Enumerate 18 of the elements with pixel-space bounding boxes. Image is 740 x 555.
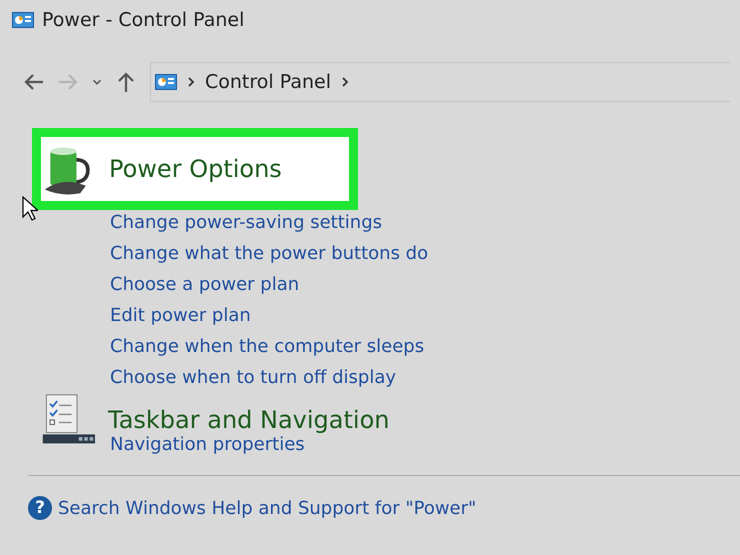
task-link[interactable]: Navigation properties xyxy=(110,434,305,455)
help-link[interactable]: Search Windows Help and Support for "Power" xyxy=(58,498,476,518)
window-title: Power - Control Panel xyxy=(42,9,244,31)
control-panel-icon xyxy=(155,74,177,90)
section-heading[interactable]: Taskbar and Navigation xyxy=(108,406,390,434)
chevron-icon xyxy=(340,76,349,88)
task-link[interactable]: Change when the computer sleeps xyxy=(110,336,424,357)
task-link[interactable]: Change what the power buttons do xyxy=(110,243,428,264)
address-bar[interactable]: Control Panel xyxy=(150,62,730,102)
breadcrumb-item[interactable]: Control Panel xyxy=(205,71,331,93)
task-link[interactable]: Change power-saving settings xyxy=(110,212,382,233)
chevron-icon xyxy=(187,76,195,88)
control-panel-icon xyxy=(12,12,34,28)
task-link[interactable]: Edit power plan xyxy=(110,305,251,326)
section-heading[interactable]: Power Options xyxy=(109,155,282,183)
help-icon: ? xyxy=(28,496,52,520)
task-link[interactable]: Choose a power plan xyxy=(110,274,300,295)
task-link[interactable]: Choose when to turn off display xyxy=(110,367,396,388)
